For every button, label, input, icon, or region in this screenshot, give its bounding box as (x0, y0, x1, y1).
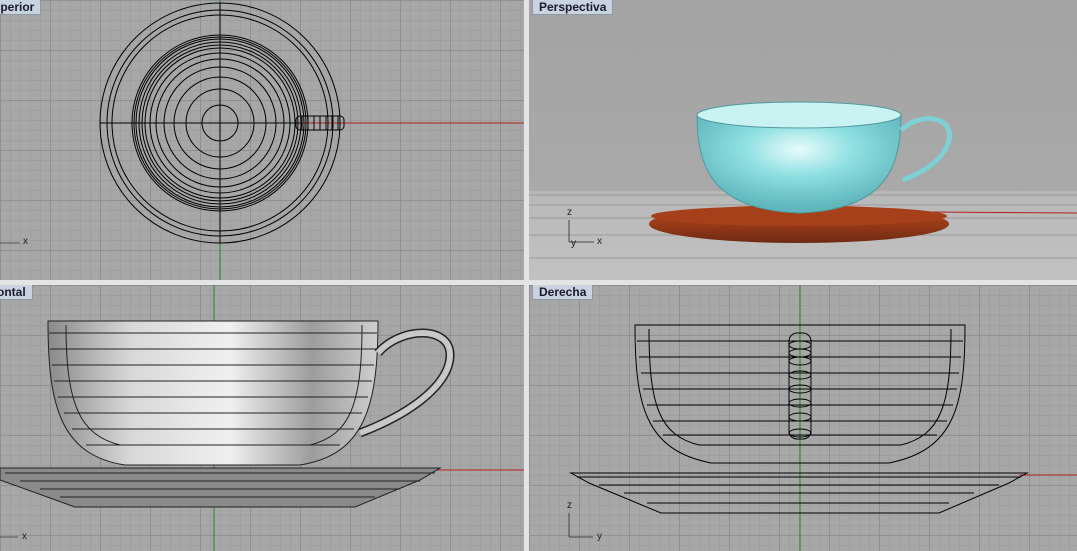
viewport-perspective[interactable]: z y x Perspectiva (529, 0, 1077, 280)
axis-label-y: y (571, 238, 576, 249)
viewport-right[interactable]: z y Derecha (529, 285, 1077, 551)
viewport-top[interactable]: x Superior (0, 0, 524, 280)
viewport-front[interactable]: x Frontal (0, 285, 524, 551)
axis-label-z: z (567, 207, 572, 218)
axis-label-x: x (23, 236, 28, 247)
x-axis-line (928, 211, 1077, 214)
viewport-title-perspective[interactable]: Perspectiva (532, 0, 614, 15)
top-view-canvas (0, 0, 524, 280)
front-view-canvas (0, 285, 524, 551)
axis-label-y: y (597, 531, 602, 542)
cup-shaded (696, 101, 952, 214)
cup-shaded-front (47, 320, 455, 466)
axis-gizmo-right (568, 513, 593, 538)
viewport-title-right[interactable]: Derecha (532, 285, 594, 300)
viewport-title-front[interactable]: Frontal (0, 285, 33, 300)
viewport-title-top[interactable]: Superior (0, 0, 42, 15)
perspective-view-canvas (529, 101, 1077, 259)
axis-label-x: x (597, 236, 602, 247)
cup-wireframe-top (99, 2, 341, 244)
axis-label-z: z (567, 500, 572, 511)
axis-label-x: x (22, 531, 27, 542)
right-view-canvas (568, 285, 1077, 551)
saucer-wireframe-right (569, 472, 1029, 514)
saucer-shaded-front (0, 467, 442, 508)
